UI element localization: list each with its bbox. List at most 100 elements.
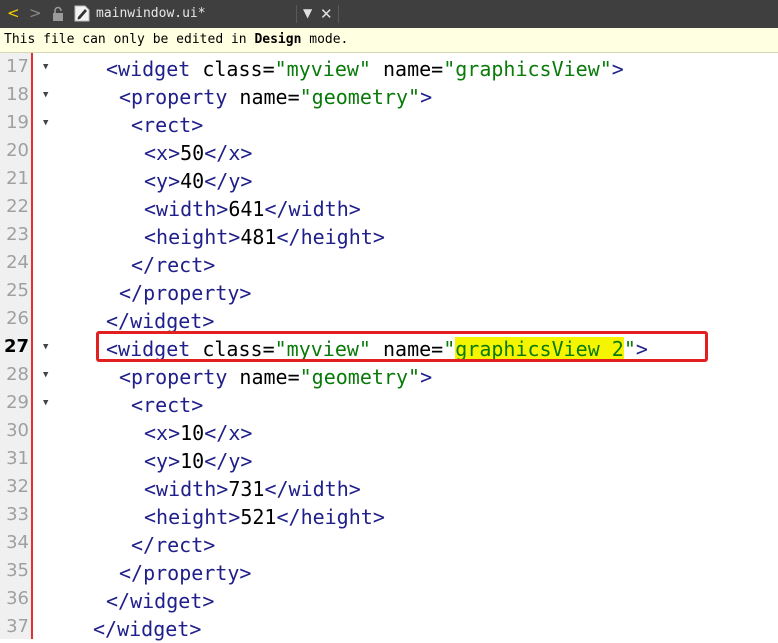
xml-tag: x — [156, 421, 169, 445]
xml-tag: property — [131, 365, 228, 389]
xml-tag: property — [131, 85, 228, 109]
code-line[interactable]: <widget class="myview" name="graphicsVie… — [106, 55, 624, 83]
line-number: 17 — [6, 56, 29, 77]
xml-tag: width — [156, 477, 217, 501]
code-line[interactable]: <y>40</y> — [144, 167, 252, 195]
line-number: 21 — [6, 168, 29, 189]
code-line[interactable]: <width>731</width> — [144, 475, 361, 503]
line-number: 28 — [6, 364, 29, 385]
xml-value: "geometry" — [299, 365, 421, 389]
xml-tag: widget — [130, 589, 203, 613]
xml-tag: y — [228, 449, 241, 473]
xml-tag: rect — [143, 393, 192, 417]
xml-attr: name — [382, 57, 432, 81]
xml-text: 40 — [180, 169, 205, 193]
xml-text: 641 — [228, 197, 265, 221]
xml-value: "geometry" — [299, 85, 421, 109]
line-number: 19 — [6, 112, 29, 133]
fold-arrow-icon[interactable]: ▼ — [43, 53, 48, 81]
line-number: 26 — [6, 308, 29, 329]
xml-tag: x — [228, 421, 241, 445]
tab-separator — [338, 5, 339, 23]
close-icon[interactable]: ✕ — [320, 5, 333, 23]
gutter-row: 33 — [0, 501, 778, 529]
xml-tag: y — [228, 169, 241, 193]
line-number: 35 — [6, 560, 29, 581]
xml-tag: width — [156, 197, 217, 221]
line-number: 32 — [6, 476, 29, 497]
code-line[interactable]: <rect> — [131, 111, 203, 139]
gutter-row: 21 — [0, 165, 778, 193]
xml-text: 731 — [228, 477, 265, 501]
gutter-row: 29 ▼ — [0, 389, 778, 417]
gutter-row: 35 — [0, 557, 778, 585]
info-suffix: mode. — [301, 32, 349, 47]
line-number: 25 — [6, 280, 29, 301]
code-line[interactable]: </property> — [119, 279, 251, 307]
editor-tab-bar: < > mainwindow.ui* ▼ ✕ — [0, 0, 778, 28]
code-line[interactable]: <x>10</x> — [144, 419, 252, 447]
gutter-row: 19 ▼ — [0, 109, 778, 137]
line-number: 18 — [6, 84, 29, 105]
fold-arrow-icon[interactable]: ▼ — [43, 389, 48, 417]
chevron-down-icon[interactable]: ▼ — [303, 6, 312, 20]
xml-tag: x — [156, 141, 169, 165]
xml-text: 10 — [180, 421, 205, 445]
code-line[interactable]: </widget> — [106, 587, 214, 615]
code-line[interactable]: <x>50</x> — [144, 139, 252, 167]
line-number: 34 — [6, 532, 29, 553]
xml-tag: rect — [155, 253, 204, 277]
line-number: 20 — [6, 140, 29, 161]
line-number: 22 — [6, 196, 29, 217]
line-number: 36 — [6, 588, 29, 609]
gutter-row: 32 — [0, 473, 778, 501]
xml-tag: height — [300, 225, 373, 249]
xml-value: "graphicsView" — [443, 57, 612, 81]
code-line[interactable]: <property name="geometry"> — [119, 83, 432, 111]
fold-arrow-icon[interactable]: ▼ — [43, 109, 48, 137]
code-line[interactable]: <rect> — [131, 391, 203, 419]
code-line[interactable]: </property> — [119, 559, 251, 587]
tab-separator — [296, 5, 297, 23]
code-line[interactable]: <property name="geometry"> — [119, 363, 432, 391]
code-line[interactable]: </rect> — [131, 251, 215, 279]
fold-arrow-icon[interactable]: ▼ — [43, 333, 48, 361]
line-number: 33 — [6, 504, 29, 525]
xml-tag: widget — [117, 617, 190, 641]
code-line[interactable]: <y>10</y> — [144, 447, 252, 475]
code-line[interactable]: <width>641</width> — [144, 195, 361, 223]
back-arrow-icon[interactable]: < — [7, 4, 20, 22]
xml-text: 10 — [180, 449, 205, 473]
xml-text: 481 — [240, 225, 277, 249]
xml-tag: widget — [118, 57, 191, 81]
xml-tag: height — [156, 225, 229, 249]
line-number: 37 — [6, 616, 29, 637]
xml-text: 50 — [180, 141, 205, 165]
code-line[interactable]: <height>521</height> — [144, 503, 385, 531]
fold-arrow-icon[interactable]: ▼ — [43, 361, 48, 389]
xml-attr: class — [202, 57, 263, 81]
forward-arrow-icon[interactable]: > — [29, 4, 42, 22]
gutter-row: 34 — [0, 529, 778, 557]
code-line[interactable]: <height>481</height> — [144, 223, 385, 251]
design-mode-info-bar: This file can only be edited in Design m… — [0, 28, 778, 53]
line-number: 31 — [6, 448, 29, 469]
xml-tag: y — [156, 169, 169, 193]
xml-text: 521 — [240, 505, 277, 529]
gutter-row: 31 — [0, 445, 778, 473]
tab-filename[interactable]: mainwindow.ui* — [96, 6, 206, 21]
xml-tag: height — [156, 505, 229, 529]
line-number-current: 27 — [3, 336, 29, 357]
line-number: 24 — [6, 252, 29, 273]
gutter-row: 23 — [0, 221, 778, 249]
xml-tag: rect — [155, 533, 204, 557]
xml-tag: property — [143, 561, 240, 585]
xml-tag: y — [156, 449, 169, 473]
code-line[interactable]: </rect> — [131, 531, 215, 559]
lock-icon[interactable] — [50, 6, 66, 22]
xml-tag: width — [288, 197, 349, 221]
line-number: 23 — [6, 224, 29, 245]
line-number: 29 — [6, 392, 29, 413]
fold-arrow-icon[interactable]: ▼ — [43, 81, 48, 109]
gutter-row: 25 — [0, 277, 778, 305]
